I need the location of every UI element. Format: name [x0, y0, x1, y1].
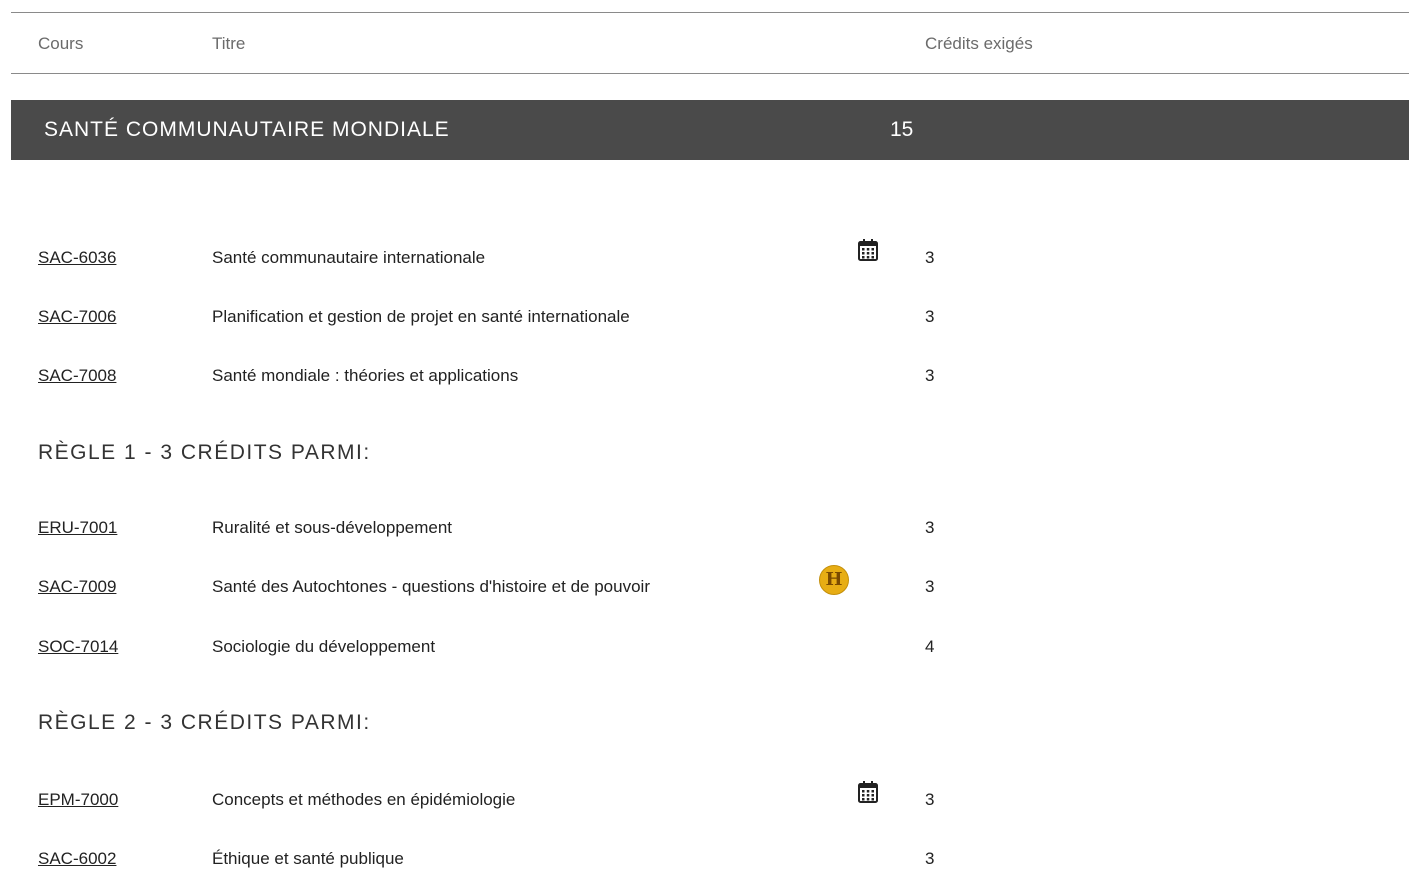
course-credits: 3	[925, 248, 935, 267]
course-credits: 3	[925, 366, 935, 385]
course-list-page: Cours Titre Crédits exigés SANTÉ COMMUNA…	[0, 0, 1409, 869]
course-code-link[interactable]: SAC-7006	[38, 307, 116, 327]
column-header-titre: Titre	[212, 34, 246, 53]
course-credits: 3	[925, 307, 935, 326]
calendar-icon[interactable]	[857, 238, 879, 262]
course-code-link[interactable]: SAC-6036	[38, 248, 116, 268]
course-title: Sociologie du développement	[212, 637, 436, 656]
table-row: EPM-7000 Concepts et méthodes en épidémi…	[0, 781, 1409, 814]
course-credits: 3	[925, 790, 935, 809]
course-title: Santé des Autochtones - questions d'hist…	[212, 577, 650, 596]
course-title: Éthique et santé publique	[212, 849, 404, 868]
course-credits: 3	[925, 577, 935, 596]
course-code-link[interactable]: SAC-7009	[38, 577, 116, 597]
course-title: Santé communautaire internationale	[212, 248, 486, 267]
course-credits: 3	[925, 849, 935, 868]
rule-2-heading: RÈGLE 2 - 3 CRÉDITS PARMI:	[38, 711, 371, 734]
hybrid-h-icon[interactable]: H	[819, 565, 849, 595]
course-credits: 3	[925, 518, 935, 537]
rule-1-heading: RÈGLE 1 - 3 CRÉDITS PARMI:	[38, 441, 371, 464]
table-row: SAC-7008 Santé mondiale : théories et ap…	[0, 366, 1409, 390]
course-title: Concepts et méthodes en épidémiologie	[212, 790, 516, 809]
calendar-icon[interactable]	[857, 780, 879, 804]
section-credits: 15	[890, 118, 914, 141]
course-code-link[interactable]: SAC-6002	[38, 849, 116, 869]
course-title: Santé mondiale : théories et application…	[212, 366, 519, 385]
table-row: SAC-7006 Planification et gestion de pro…	[0, 307, 1409, 331]
course-credits: 4	[925, 637, 935, 656]
column-header-credits: Crédits exigés	[925, 34, 1033, 53]
table-header: Cours Titre Crédits exigés	[11, 12, 1409, 74]
table-row: SAC-7009 Santé des Autochtones - questio…	[0, 565, 1409, 601]
table-row: SAC-6002 Éthique et santé publique 3	[0, 849, 1409, 869]
table-row: SOC-7014 Sociologie du développement 4	[0, 637, 1409, 661]
table-row: SAC-6036 Santé communautaire internation…	[0, 239, 1409, 272]
course-code-link[interactable]: ERU-7001	[38, 518, 117, 538]
section-title: SANTÉ COMMUNAUTAIRE MONDIALE	[44, 118, 450, 141]
course-title: Ruralité et sous-développement	[212, 518, 453, 537]
course-code-link[interactable]: SAC-7008	[38, 366, 116, 386]
course-code-link[interactable]: EPM-7000	[38, 790, 118, 810]
column-header-cours: Cours	[38, 34, 84, 53]
table-row: ERU-7001 Ruralité et sous-développement …	[0, 518, 1409, 542]
course-code-link[interactable]: SOC-7014	[38, 637, 118, 657]
section-header-bar: SANTÉ COMMUNAUTAIRE MONDIALE 15	[11, 100, 1409, 160]
course-title: Planification et gestion de projet en sa…	[212, 307, 630, 326]
